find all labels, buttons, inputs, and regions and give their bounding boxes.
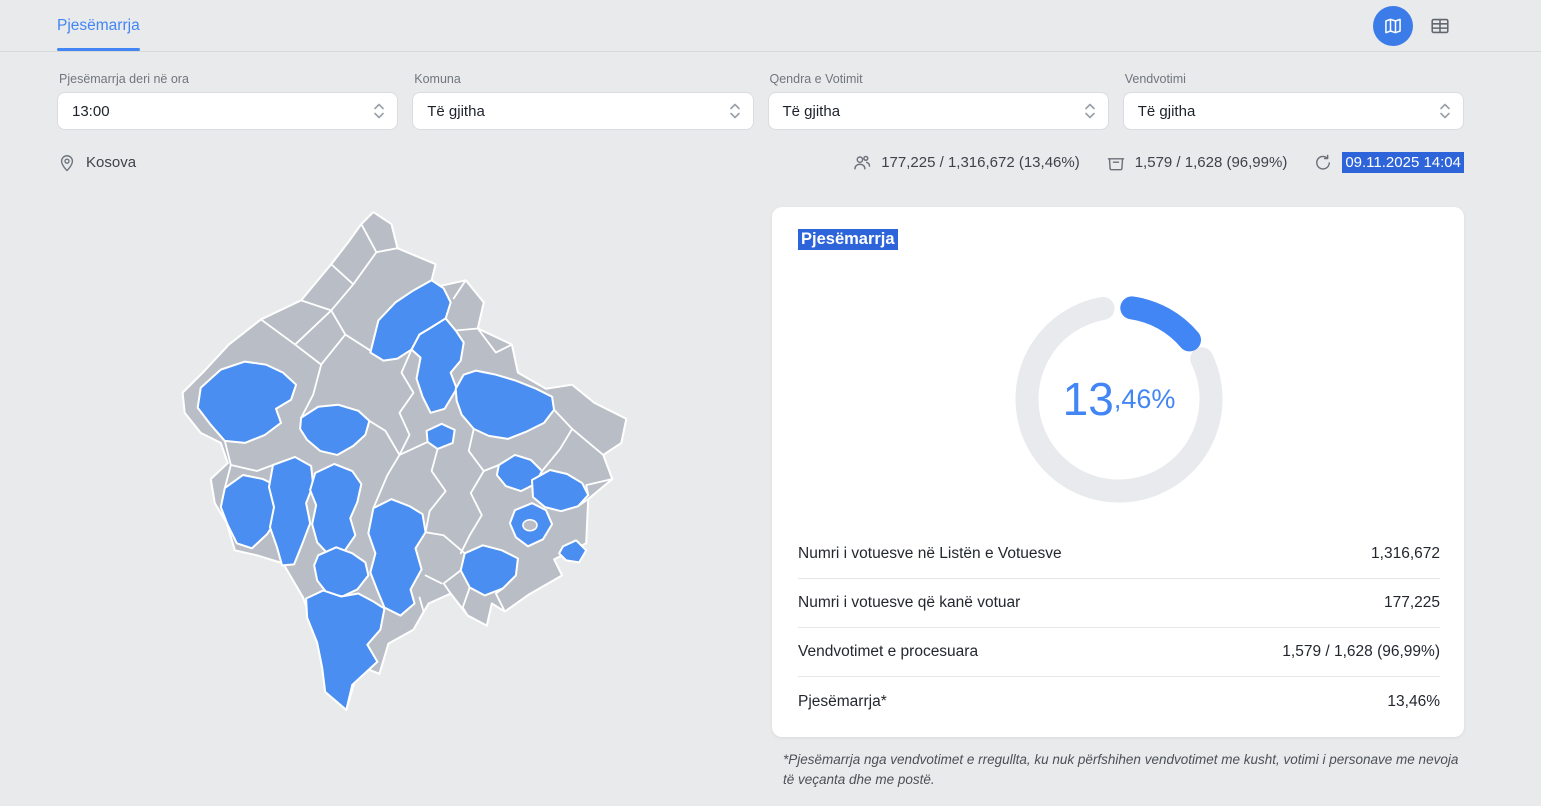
refresh-icon[interactable] — [1313, 153, 1333, 173]
donut-percent-main: 13 — [1063, 372, 1114, 426]
stats-table: Numri i votuesve në Listën e Votuesve 1,… — [798, 530, 1440, 726]
filter-qendra-label: Qendra e Votimit — [770, 72, 1109, 86]
filter-vendvotimi-select[interactable]: Të gjitha — [1123, 92, 1464, 130]
filter-hour-label: Pjesëmarrja deri në ora — [59, 72, 398, 86]
country-outline — [183, 212, 627, 710]
row-label: Vendvotimet e procesuara — [798, 643, 978, 661]
table-row: Pjesëmarrja* 13,46% — [798, 677, 1440, 726]
status-bar: Kosova 177,225 / 1,316,672 (13,46%) 1,57… — [57, 152, 1464, 173]
chevron-updown-icon — [727, 99, 743, 123]
card-title: Pjesëmarrja — [798, 229, 898, 250]
table-view-button[interactable] — [1425, 11, 1455, 41]
last-updated-value: 09.11.2025 14:04 — [1342, 152, 1464, 173]
filter-komuna-select[interactable]: Të gjitha — [412, 92, 753, 130]
filter-bar: Pjesëmarrja deri në ora 13:00 Komuna Të … — [57, 64, 1464, 130]
donut-percentage: 13,46% — [1004, 284, 1234, 514]
tab-label: Pjesëmarrja — [57, 17, 140, 35]
filter-komuna-value: Të gjitha — [427, 103, 485, 120]
map-icon — [1383, 16, 1403, 36]
filter-komuna: Komuna Të gjitha — [412, 64, 753, 130]
header: Pjesëmarrja — [0, 0, 1541, 52]
filter-hour-select[interactable]: 13:00 — [57, 92, 398, 130]
chevron-updown-icon — [371, 99, 387, 123]
footnote: *Pjesëmarrja nga vendvotimet e rregullta… — [783, 750, 1465, 791]
chevron-updown-icon — [1437, 99, 1453, 123]
ballot-box-icon — [1106, 153, 1126, 173]
last-updated-stat: 09.11.2025 14:04 — [1313, 152, 1464, 173]
filter-hour-value: 13:00 — [72, 103, 110, 120]
table-row: Numri i votuesve që kanë votuar 177,225 — [798, 579, 1440, 628]
turnout-donut-chart: 13,46% — [1004, 284, 1234, 514]
turnout-card: Pjesëmarrja 13,46% Numri i votuesve në L… — [772, 207, 1464, 737]
filter-vendvotimi: Vendvotimi Të gjitha — [1123, 64, 1464, 130]
chevron-updown-icon — [1082, 99, 1098, 123]
location-pin-icon — [57, 153, 77, 173]
filter-qendra-select[interactable]: Të gjitha — [768, 92, 1109, 130]
table-row: Numri i votuesve në Listën e Votuesve 1,… — [798, 530, 1440, 579]
row-value: 13,46% — [1387, 693, 1440, 711]
map-view-button[interactable] — [1373, 6, 1413, 46]
kosovo-map-svg — [172, 202, 640, 729]
municipality-enclave[interactable] — [523, 520, 537, 531]
filter-hour: Pjesëmarrja deri në ora 13:00 — [57, 64, 398, 130]
kosovo-map[interactable] — [172, 202, 640, 729]
voters-value: 177,225 / 1,316,672 (13,46%) — [881, 154, 1080, 171]
polling-stations-value: 1,579 / 1,628 (96,99%) — [1135, 154, 1288, 171]
voters-stat: 177,225 / 1,316,672 (13,46%) — [852, 153, 1080, 173]
location: Kosova — [57, 153, 136, 173]
filter-vendvotimi-label: Vendvotimi — [1125, 72, 1464, 86]
table-icon — [1429, 15, 1451, 37]
filter-qendra: Qendra e Votimit Të gjitha — [768, 64, 1109, 130]
row-value: 1,579 / 1,628 (96,99%) — [1282, 643, 1440, 661]
donut-area: 13,46% — [798, 284, 1440, 514]
row-value: 1,316,672 — [1371, 545, 1440, 563]
row-label: Numri i votuesve që kanë votuar — [798, 594, 1020, 612]
row-label: Numri i votuesve në Listën e Votuesve — [798, 545, 1062, 563]
donut-percent-fraction: ,46% — [1114, 384, 1176, 415]
row-label: Pjesëmarrja* — [798, 693, 887, 711]
location-label: Kosova — [86, 154, 136, 171]
view-toggle — [1373, 0, 1455, 51]
filter-vendvotimi-value: Të gjitha — [1138, 103, 1196, 120]
filter-qendra-value: Të gjitha — [783, 103, 841, 120]
filter-komuna-label: Komuna — [414, 72, 753, 86]
row-value: 177,225 — [1384, 594, 1440, 612]
polling-stations-stat: 1,579 / 1,628 (96,99%) — [1106, 153, 1288, 173]
status-metrics: 177,225 / 1,316,672 (13,46%) 1,579 / 1,6… — [852, 152, 1464, 173]
users-icon — [852, 153, 872, 173]
tab-pjesemarrja[interactable]: Pjesëmarrja — [57, 0, 140, 51]
table-row: Vendvotimet e procesuara 1,579 / 1,628 (… — [798, 628, 1440, 677]
